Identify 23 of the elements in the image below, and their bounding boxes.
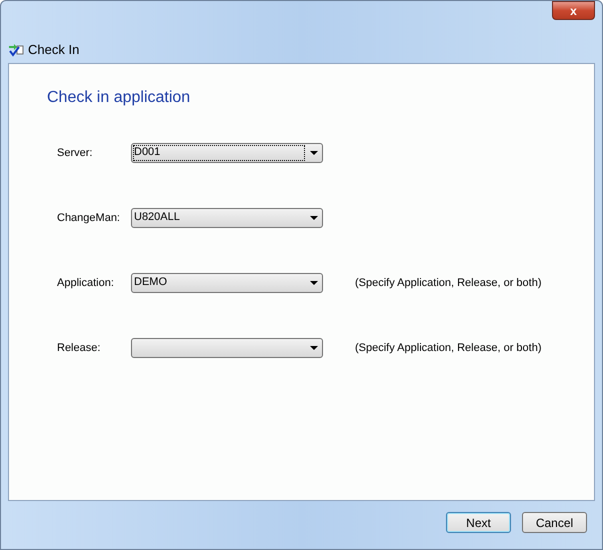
dropdown[interactable]: [131, 338, 323, 358]
dropdown-value: D001: [134, 146, 304, 160]
dropdown-value: DEMO: [134, 276, 168, 290]
dropdown-arrow-icon: [310, 281, 318, 285]
cancel-button[interactable]: Cancel: [522, 512, 587, 533]
dropdown-arrow-icon: [310, 151, 318, 155]
field-label: Server:: [57, 146, 94, 161]
field-label: Release:: [57, 340, 102, 356]
field-label: Application:: [57, 276, 115, 291]
dropdown-value: U820ALL: [134, 211, 181, 225]
hint-text: (Specify Application, Release, or both): [355, 340, 542, 356]
dropdown[interactable]: U820ALL: [131, 208, 323, 228]
dropdown-arrow-icon: [310, 346, 318, 350]
dropdown[interactable]: DEMO: [131, 273, 323, 293]
hint-text: (Specify Application, Release, or both): [355, 276, 542, 291]
page-heading: Check in application: [47, 88, 190, 108]
close-button[interactable]: x: [552, 1, 595, 20]
next-button[interactable]: Next: [446, 512, 511, 533]
dropdown[interactable]: D001: [131, 143, 323, 163]
window-title: Check In: [28, 40, 80, 59]
dropdown-arrow-icon: [310, 216, 318, 220]
field-label: ChangeMan:: [57, 210, 121, 226]
check-in-icon: [8, 42, 24, 58]
